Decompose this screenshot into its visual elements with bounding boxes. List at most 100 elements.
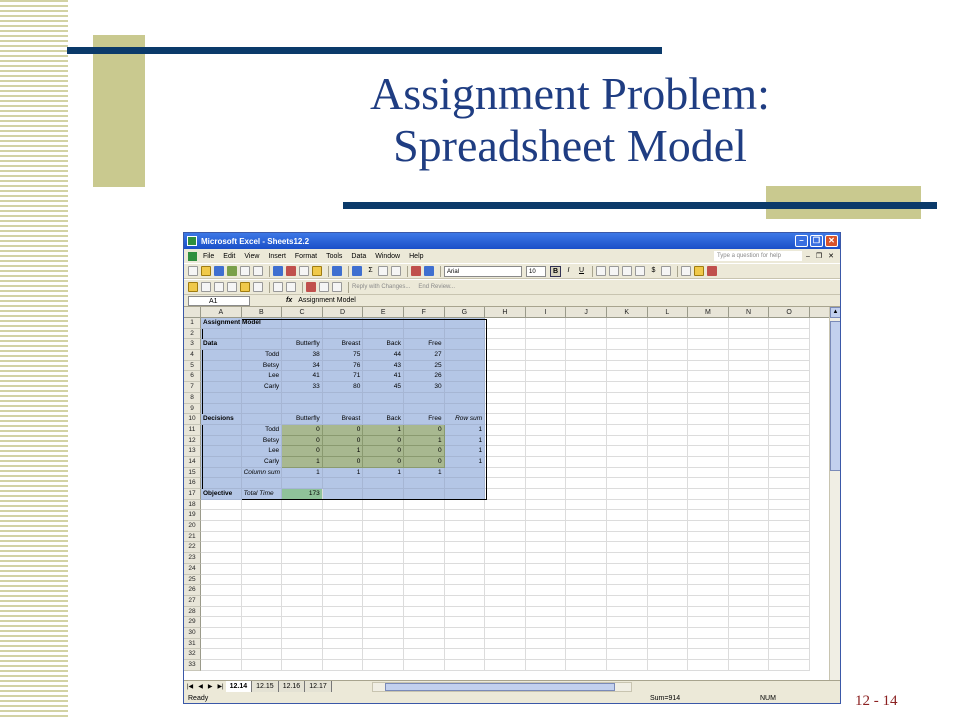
grid-cell[interactable]	[444, 339, 486, 351]
grid-cell[interactable]	[485, 649, 526, 660]
grid-cell[interactable]	[201, 424, 242, 436]
grid-cell[interactable]	[769, 553, 810, 564]
grid-cell[interactable]	[322, 606, 364, 618]
grid-cell[interactable]: 0	[322, 424, 364, 436]
grid-cell[interactable]	[566, 489, 607, 500]
grid-cell[interactable]	[363, 328, 404, 340]
grid-cell[interactable]: 1	[322, 467, 364, 479]
grid-cell[interactable]	[363, 595, 404, 607]
grid-cell[interactable]	[363, 499, 404, 511]
grid-cell[interactable]	[485, 446, 526, 457]
grid-cell[interactable]	[282, 542, 323, 554]
grid-cell[interactable]	[566, 638, 607, 650]
grid-cell[interactable]	[566, 563, 607, 575]
grid-cell[interactable]	[241, 531, 283, 543]
grid-cell[interactable]	[363, 531, 404, 543]
row-header[interactable]: 12	[184, 435, 201, 447]
grid-cell[interactable]	[769, 499, 810, 511]
grid-cell[interactable]	[647, 403, 689, 415]
review-icon-2[interactable]	[214, 282, 224, 292]
grid-cell[interactable]: 26	[403, 371, 445, 383]
row-header[interactable]: 5	[184, 360, 201, 372]
grid-cell[interactable]	[566, 478, 607, 489]
grid-cell[interactable]	[688, 382, 729, 393]
grid-cell[interactable]	[485, 456, 526, 468]
grid-cell[interactable]	[647, 638, 689, 650]
grid-cell[interactable]	[647, 531, 689, 543]
grid-cell[interactable]	[485, 585, 526, 596]
grid-cell[interactable]	[647, 478, 689, 489]
grid-cell[interactable]	[769, 574, 810, 586]
grid-cell[interactable]	[728, 489, 770, 500]
grid-cell[interactable]	[525, 318, 567, 329]
grid-cell[interactable]	[201, 638, 242, 650]
grid-cell[interactable]	[769, 424, 810, 436]
grid-cell[interactable]	[444, 585, 486, 596]
grid-cell[interactable]	[769, 542, 810, 554]
grid-cell[interactable]	[769, 456, 810, 468]
grid-cell[interactable]	[647, 563, 689, 575]
font-name-select[interactable]: Arial	[444, 265, 522, 277]
column-header[interactable]: F	[404, 307, 445, 318]
grid-cell[interactable]	[688, 328, 729, 340]
grid-cell[interactable]	[485, 371, 526, 383]
grid-cell[interactable]	[566, 510, 607, 522]
grid-cell[interactable]	[363, 563, 404, 575]
tab-prev-icon[interactable]: ◀	[198, 683, 203, 690]
grid-cell[interactable]	[728, 392, 770, 404]
grid-cell[interactable]	[769, 414, 810, 425]
grid-cell[interactable]	[688, 424, 729, 436]
grid-cell[interactable]	[647, 371, 689, 383]
grid-cell[interactable]	[769, 403, 810, 415]
grid-cell[interactable]	[647, 489, 689, 500]
scroll-thumb[interactable]	[830, 321, 840, 471]
align-right-icon[interactable]	[622, 266, 632, 276]
grid-cell[interactable]	[282, 617, 323, 628]
grid-cell[interactable]	[525, 542, 567, 554]
grid-cell[interactable]: Butterfly	[282, 339, 323, 351]
row-header[interactable]: 7	[184, 382, 201, 393]
grid-cell[interactable]	[403, 638, 445, 650]
grid-cell[interactable]	[728, 446, 770, 457]
grid-cell[interactable]: 0	[403, 446, 445, 457]
grid-cell[interactable]	[769, 595, 810, 607]
grid-cell[interactable]	[241, 542, 283, 554]
grid-cell[interactable]	[566, 499, 607, 511]
grid-cell[interactable]	[322, 660, 364, 671]
save-icon[interactable]	[214, 266, 224, 276]
autosum-icon[interactable]: Σ	[365, 266, 376, 277]
align-center-icon[interactable]	[609, 266, 619, 276]
grid-cell[interactable]	[769, 638, 810, 650]
grid-cell[interactable]	[322, 510, 364, 522]
grid-cell[interactable]	[769, 350, 810, 361]
grid-cell[interactable]: 0	[363, 456, 404, 468]
grid-cell[interactable]	[566, 553, 607, 564]
grid-cell[interactable]	[688, 542, 729, 554]
grid-cell[interactable]	[241, 649, 283, 660]
grid-cell[interactable]	[241, 627, 283, 639]
menu-help[interactable]: Help	[409, 253, 423, 260]
horizontal-scrollbar[interactable]	[371, 681, 632, 692]
grid-cell[interactable]	[403, 392, 445, 404]
merge-center-icon[interactable]	[635, 266, 645, 276]
grid-cell[interactable]	[606, 563, 648, 575]
grid-cell[interactable]	[363, 606, 404, 618]
grid-cell[interactable]: Betsy	[241, 360, 283, 372]
grid-cell[interactable]: 38	[282, 350, 323, 361]
grid-cell[interactable]	[728, 456, 770, 468]
row-header[interactable]: 1	[184, 318, 201, 329]
grid-cell[interactable]	[444, 660, 486, 671]
grid-cell[interactable]	[444, 499, 486, 511]
grid-cell[interactable]	[728, 531, 770, 543]
grid-cell[interactable]	[485, 360, 526, 372]
grid-cell[interactable]	[688, 585, 729, 596]
grid-cell[interactable]	[525, 478, 567, 489]
reply-with-changes-button[interactable]: Reply with Changes...	[352, 284, 410, 290]
grid-cell[interactable]	[688, 392, 729, 404]
grid-cell[interactable]	[728, 521, 770, 532]
grid-cell[interactable]	[688, 435, 729, 447]
grid-cell[interactable]	[485, 627, 526, 639]
grid-cell[interactable]	[525, 456, 567, 468]
grid-cell[interactable]	[606, 350, 648, 361]
grid-cell[interactable]	[525, 606, 567, 618]
